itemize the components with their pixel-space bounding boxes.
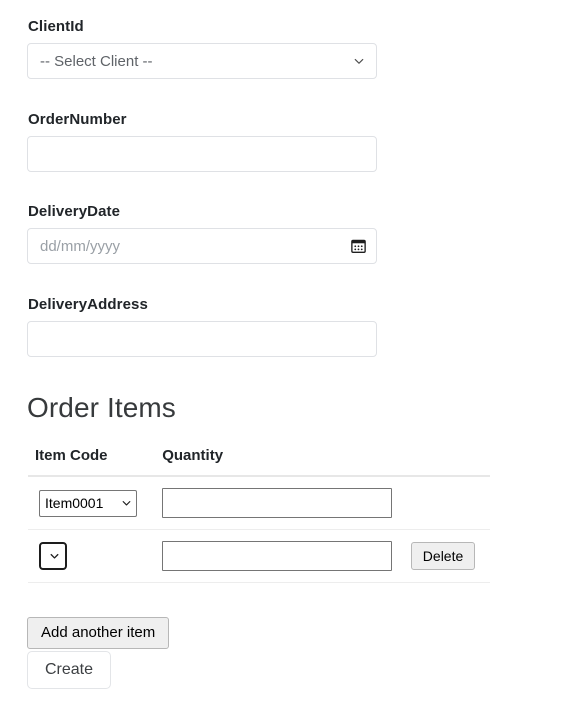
cell-item-code <box>28 529 160 583</box>
item-code-select-wrap-1: Item0001 <box>39 489 137 517</box>
cell-quantity <box>159 476 394 530</box>
form-group-delivery-address: DeliveryAddress <box>27 296 377 357</box>
quantity-input-2[interactable] <box>162 541 393 571</box>
label-client-id: ClientId <box>28 18 84 35</box>
delivery-date-input[interactable] <box>27 228 377 264</box>
add-another-item-button[interactable]: Add another item <box>27 617 170 649</box>
item-code-select-2[interactable] <box>39 542 67 570</box>
form-group-client-id: ClientId -- Select Client -- <box>27 18 377 79</box>
column-header-actions <box>393 447 490 477</box>
order-items-header-row: Item Code Quantity <box>28 447 490 477</box>
cell-item-code: Item0001 <box>28 476 160 530</box>
delivery-address-input[interactable] <box>27 321 377 357</box>
item-code-select-wrap-2 <box>39 542 67 570</box>
item-code-select-1[interactable]: Item0001 <box>39 489 137 517</box>
label-order-number: OrderNumber <box>28 111 127 128</box>
cell-quantity <box>159 529 394 583</box>
order-items-table: Item Code Quantity Item0001 Delete <box>28 447 490 583</box>
table-row: Delete <box>28 529 490 583</box>
client-id-select-wrap: -- Select Client -- <box>27 43 377 79</box>
order-items-thead: Item Code Quantity <box>28 447 490 477</box>
order-items-tbody: Item0001 Delete <box>28 476 490 583</box>
cell-actions <box>393 476 490 530</box>
quantity-input-1[interactable] <box>162 488 393 518</box>
order-items-heading: Order Items <box>27 392 176 423</box>
form-group-delivery-date: DeliveryDate <box>27 203 377 264</box>
cell-actions: Delete <box>393 529 490 583</box>
delete-item-button[interactable]: Delete <box>410 541 476 571</box>
column-header-item-code: Item Code <box>28 447 160 477</box>
client-id-select[interactable]: -- Select Client -- <box>27 43 377 79</box>
create-button[interactable]: Create <box>27 651 111 689</box>
delivery-date-wrap <box>27 228 377 264</box>
label-delivery-date: DeliveryDate <box>28 203 121 220</box>
label-delivery-address: DeliveryAddress <box>28 296 148 313</box>
order-create-form-page: ClientId -- Select Client -- OrderNumber… <box>0 0 588 723</box>
order-number-input[interactable] <box>27 136 377 172</box>
table-row: Item0001 <box>28 476 490 530</box>
column-header-quantity: Quantity <box>159 447 394 477</box>
form-group-order-number: OrderNumber <box>27 111 377 172</box>
